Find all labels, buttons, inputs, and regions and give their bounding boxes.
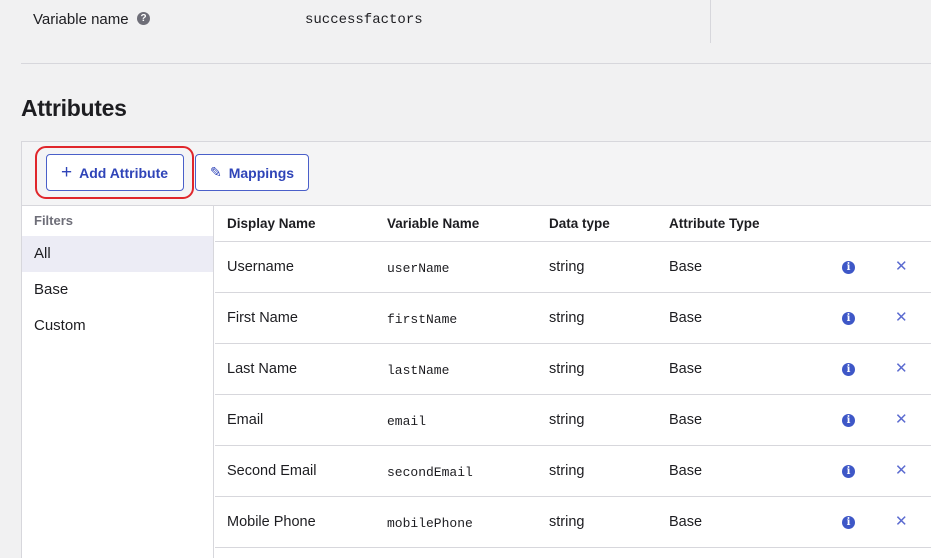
section-divider: [21, 63, 931, 64]
attributes-table: Display Name Variable Name Data type Att…: [215, 206, 931, 558]
cell-display-name[interactable]: Second Email: [227, 463, 316, 479]
help-icon[interactable]: ?: [137, 12, 150, 25]
info-icon[interactable]: i: [842, 516, 855, 529]
delete-icon[interactable]: ✕: [895, 308, 908, 326]
cell-variable-name: secondEmail: [387, 465, 473, 480]
cell-data-type: string: [549, 463, 585, 479]
add-attribute-button[interactable]: + Add Attribute: [46, 154, 184, 191]
attributes-heading: Attributes: [21, 95, 127, 121]
cell-display-name[interactable]: Email: [227, 412, 263, 428]
delete-icon[interactable]: ✕: [895, 512, 908, 530]
mappings-label: Mappings: [228, 164, 295, 181]
table-row: Second Email secondEmail string Base i ✕: [215, 446, 931, 497]
delete-icon[interactable]: ✕: [895, 461, 908, 479]
cell-attribute-type: Base: [669, 310, 703, 326]
filter-item-base[interactable]: Base: [22, 272, 213, 308]
table-row: Mobile Phone mobilePhone string Base i ✕: [215, 497, 931, 548]
variable-name-label: Variable name: [33, 11, 129, 28]
cell-display-name[interactable]: Last Name: [227, 361, 297, 377]
cell-attribute-type: Base: [669, 259, 703, 275]
table-row: Last Name lastName string Base i ✕: [215, 344, 931, 395]
attributes-panel: + Add Attribute ✎ Mappings Filters All B…: [21, 141, 931, 558]
plus-icon: +: [61, 162, 73, 183]
cell-attribute-type: Base: [669, 412, 703, 428]
cell-data-type: string: [549, 310, 585, 326]
cell-data-type: string: [549, 412, 585, 428]
vertical-divider: [710, 0, 711, 43]
filters-title: Filters: [34, 213, 74, 228]
cell-attribute-type: Base: [669, 514, 703, 530]
cell-attribute-type: Base: [669, 463, 703, 479]
info-icon[interactable]: i: [842, 414, 855, 427]
add-attribute-label: Add Attribute: [79, 164, 169, 181]
table-row: Email email string Base i ✕: [215, 395, 931, 446]
info-icon[interactable]: i: [842, 363, 855, 376]
cell-display-name[interactable]: Username: [227, 259, 294, 275]
delete-icon[interactable]: ✕: [895, 359, 908, 377]
table-row: First Name firstName string Base i ✕: [215, 293, 931, 344]
column-header-attribute-type[interactable]: Attribute Type: [669, 216, 760, 231]
cell-variable-name: lastName: [387, 363, 450, 378]
filter-item-all[interactable]: All: [22, 236, 213, 272]
info-icon[interactable]: i: [842, 312, 855, 325]
cell-data-type: string: [549, 259, 585, 275]
cell-attribute-type: Base: [669, 361, 703, 377]
cell-data-type: string: [549, 514, 585, 530]
info-icon[interactable]: i: [842, 261, 855, 274]
column-header-data-type[interactable]: Data type: [549, 216, 610, 231]
attributes-toolbar: + Add Attribute ✎ Mappings: [22, 142, 931, 206]
variable-name-value: successfactors: [305, 12, 423, 28]
cell-variable-name: email: [387, 414, 427, 429]
table-row: Username userName string Base i ✕: [215, 242, 931, 293]
cell-variable-name: userName: [387, 261, 450, 276]
cell-data-type: string: [549, 361, 585, 377]
table-header: Display Name Variable Name Data type Att…: [215, 206, 931, 242]
delete-icon[interactable]: ✕: [895, 257, 908, 275]
column-header-display-name[interactable]: Display Name: [227, 216, 316, 231]
cell-variable-name: firstName: [387, 312, 458, 327]
cell-variable-name: mobilePhone: [387, 516, 473, 531]
mappings-button[interactable]: ✎ Mappings: [195, 154, 309, 191]
pencil-icon: ✎: [210, 164, 222, 180]
column-header-variable-name[interactable]: Variable Name: [387, 216, 479, 231]
filter-item-custom[interactable]: Custom: [22, 308, 213, 344]
cell-display-name[interactable]: First Name: [227, 310, 298, 326]
info-icon[interactable]: i: [842, 465, 855, 478]
variable-name-row: Variable name ? successfactors: [0, 0, 931, 44]
filters-sidebar: Filters All Base Custom: [22, 206, 214, 558]
cell-display-name[interactable]: Mobile Phone: [227, 514, 316, 530]
delete-icon[interactable]: ✕: [895, 410, 908, 428]
